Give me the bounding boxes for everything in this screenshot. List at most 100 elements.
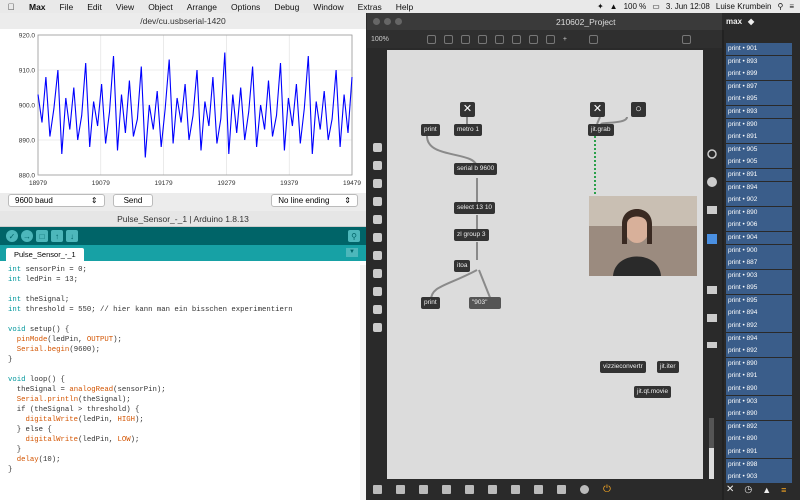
minimize-window-icon[interactable] (384, 18, 391, 25)
slider-object-icon[interactable] (528, 34, 538, 44)
console-row[interactable]: print • 893 (726, 105, 792, 119)
close-window-icon[interactable] (373, 18, 380, 25)
new-file-icon[interactable]: □ (36, 230, 48, 242)
console-row[interactable]: print • 890 (726, 357, 792, 370)
verify-icon[interactable]: ✓ (6, 230, 18, 242)
menu-options[interactable]: Options (224, 2, 267, 12)
console-row[interactable]: print • 905 (726, 143, 792, 156)
console-row[interactable]: print • 890 (726, 383, 792, 396)
bracket-icon[interactable] (372, 215, 382, 224)
toggle-object-icon[interactable] (494, 34, 504, 44)
open-icon[interactable]: ↑ (51, 230, 63, 242)
bluetooth-icon[interactable]: ✦ (597, 2, 604, 11)
console-row[interactable]: print • 899 (726, 68, 792, 81)
power-icon[interactable]: ⏻ (603, 484, 611, 495)
layers-icon[interactable] (442, 485, 451, 494)
menu-edit[interactable]: Edit (80, 2, 109, 12)
console-row[interactable]: print • 891 (726, 370, 792, 383)
presentation-mode-icon[interactable] (396, 485, 405, 494)
console-row[interactable]: print • 894 (726, 332, 792, 345)
menu-window[interactable]: Window (306, 2, 350, 12)
menu-object[interactable]: Object (141, 2, 180, 12)
keyboard-icon[interactable] (557, 485, 566, 494)
console-list[interactable]: print • 901 print • 893 print • 899 print •… (726, 43, 792, 484)
button-object-icon[interactable] (477, 34, 487, 44)
console-row[interactable]: print • 890 (726, 118, 792, 131)
console-row[interactable]: print • 894 (726, 181, 792, 194)
console-row[interactable]: print • 891 (726, 131, 792, 144)
console-row[interactable]: print • 905 (726, 156, 792, 169)
save-icon[interactable]: ↓ (66, 230, 78, 242)
console-row[interactable]: print • 890 (726, 206, 792, 219)
console-row[interactable]: print • 903 (726, 395, 792, 408)
package-icon[interactable] (372, 143, 382, 152)
menu-extras[interactable]: Extras (351, 2, 389, 12)
object-itoa[interactable]: itoa (454, 260, 471, 272)
menu-app[interactable]: Max (22, 2, 53, 12)
wifi-icon[interactable]: ▲ (610, 2, 618, 11)
toggle-metro[interactable]: ✕ (460, 102, 475, 117)
console-row[interactable]: print • 902 (726, 194, 792, 207)
plus-icon[interactable]: + (563, 36, 567, 43)
toggle-grab[interactable]: ✕ (590, 102, 605, 117)
console-row[interactable]: print • 897 (726, 80, 792, 93)
patch-canvas[interactable]: ✕ ✕ ○ print metro 1 serial b 9600 select… (387, 50, 707, 490)
console-row[interactable]: print • 898 (726, 458, 792, 471)
zoom-level[interactable]: 100% (371, 36, 389, 43)
object-jit-grab[interactable]: jit.grab (588, 124, 614, 136)
console-row[interactable]: print • 904 (726, 231, 792, 244)
info-icon[interactable] (465, 485, 474, 494)
object-jit-iter[interactable]: jit.iter (657, 361, 679, 373)
warning-icon[interactable]: ▲ (762, 485, 771, 495)
search-icon[interactable]: ⚲ (777, 2, 783, 11)
console-row[interactable]: print • 887 (726, 257, 792, 270)
grid-icon[interactable] (682, 34, 691, 44)
clear-icon[interactable]: ✕ (726, 484, 734, 495)
star-icon[interactable] (372, 323, 382, 332)
link-icon[interactable] (372, 251, 382, 260)
grid-snap-icon[interactable] (488, 485, 497, 494)
menu-debug[interactable]: Debug (267, 2, 306, 12)
editor-scrollbar[interactable] (360, 265, 366, 500)
console-row[interactable]: print • 890 (726, 433, 792, 446)
console-row[interactable]: print • 895 (726, 282, 792, 295)
presentation-icon[interactable] (426, 34, 436, 44)
object-zl-group[interactable]: zl group 3 (454, 229, 489, 241)
console-row[interactable]: print • 891 (726, 446, 792, 459)
console-row[interactable]: print • 906 (726, 219, 792, 232)
settings-diamond-icon[interactable]: ◆ (748, 17, 754, 26)
object-select[interactable]: select 13 10 (454, 202, 496, 214)
console-row[interactable]: print • 900 (726, 244, 792, 257)
apple-icon[interactable]:  (0, 2, 22, 12)
baud-select[interactable]: 9600 baud ⇕ (8, 193, 105, 207)
music-note-icon[interactable] (372, 197, 382, 206)
file-icon[interactable] (372, 269, 382, 278)
tab-menu-icon[interactable]: ▼ (346, 248, 358, 257)
menu-help[interactable]: Help (389, 2, 420, 12)
console-row[interactable]: print • 895 (726, 294, 792, 307)
line-ending-select[interactable]: No line ending ⇕ (271, 193, 358, 207)
console-row[interactable]: print • 891 (726, 168, 792, 182)
datetime[interactable]: 3. Jun 12:08 (666, 2, 710, 11)
settings-icon[interactable] (372, 287, 382, 296)
code-editor[interactable]: int sensorPin = 0; int ledPin = 13; int t… (8, 265, 293, 475)
console-row[interactable]: print • 895 (726, 93, 792, 106)
menu-list-icon[interactable]: ≡ (789, 2, 794, 11)
face-icon[interactable] (372, 305, 382, 314)
lock-icon[interactable] (373, 485, 382, 494)
menu-arrange[interactable]: Arrange (180, 2, 224, 12)
message-box[interactable]: "903" (469, 297, 501, 309)
button-bang-icon[interactable]: ○ (631, 102, 646, 117)
console-row[interactable]: print • 890 (726, 408, 792, 421)
tab-sketch[interactable]: Pulse_Sensor_-_1 (6, 248, 84, 261)
console-row[interactable]: print • 901 (726, 43, 792, 56)
user-name[interactable]: Luise Krumbein (716, 2, 772, 11)
console-row[interactable]: print • 903 (726, 269, 792, 282)
comment-icon[interactable] (460, 34, 470, 44)
number-object-icon[interactable] (511, 34, 521, 44)
paint-icon[interactable] (589, 34, 598, 44)
object-vizzieconvertr[interactable]: vizzieconvertr (600, 361, 646, 373)
piano-icon[interactable] (534, 485, 543, 494)
zoom-window-icon[interactable] (395, 18, 402, 25)
console-row[interactable]: print • 894 (726, 307, 792, 320)
